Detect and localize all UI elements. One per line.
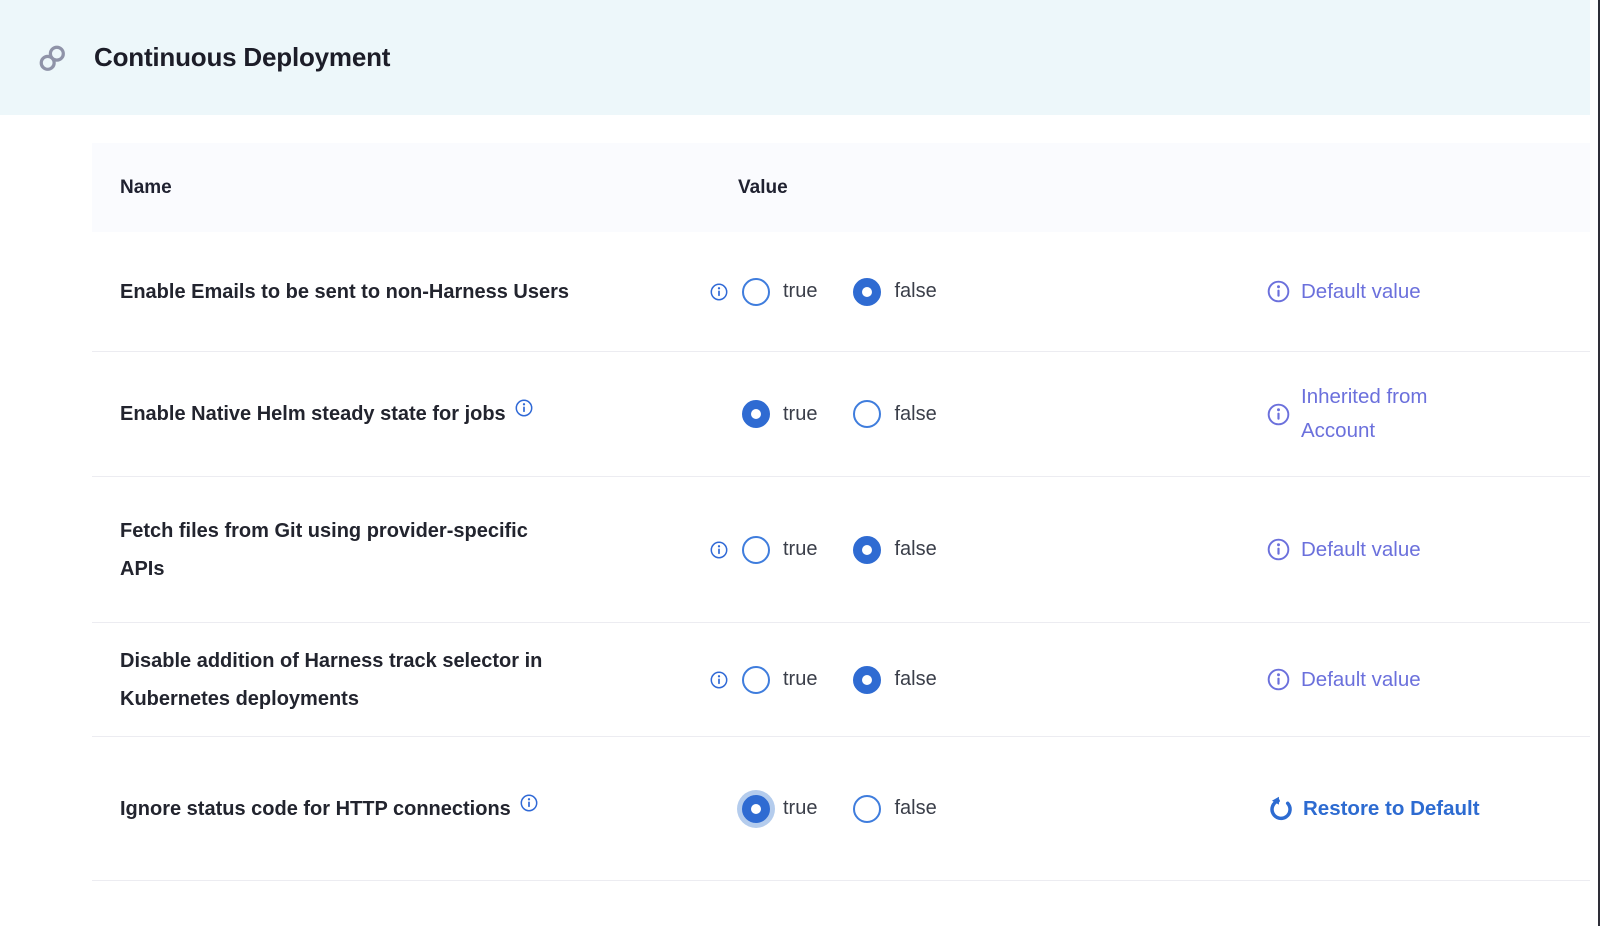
setting-name: Enable Emails to be sent to non-Harness … — [120, 281, 569, 303]
section-header: Continuous Deployment — [0, 0, 1590, 115]
setting-status-cell: Default value — [1267, 275, 1590, 309]
status-info: Inherited from Account — [1267, 380, 1427, 448]
info-icon[interactable] — [710, 541, 728, 559]
settings-page: Continuous Deployment Name Value Enable … — [0, 0, 1604, 926]
info-icon[interactable] — [1267, 668, 1290, 691]
restore-to-default-button[interactable]: Restore to Default — [1267, 795, 1480, 822]
section-title: Continuous Deployment — [94, 42, 390, 73]
status-info: Default value — [1267, 275, 1421, 309]
setting-name: Ignore status code for HTTP connections — [120, 798, 511, 820]
column-header-name: Name — [92, 177, 738, 199]
radio-false[interactable] — [853, 536, 881, 564]
settings-row: Enable Emails to be sent to non-Harness … — [92, 232, 1590, 352]
radio-false-label: false — [894, 403, 936, 426]
status-info: Default value — [1267, 533, 1421, 567]
radio-true-label: true — [783, 538, 817, 561]
radio-true[interactable] — [742, 278, 770, 306]
settings-rows: Enable Emails to be sent to non-Harness … — [92, 232, 1590, 881]
radio-false[interactable] — [853, 795, 881, 823]
setting-status-cell: Restore to Default — [1267, 795, 1590, 822]
status-label: Default value — [1301, 275, 1421, 309]
info-icon[interactable] — [520, 794, 538, 812]
radio-false-label: false — [894, 797, 936, 820]
setting-status-cell: Default value — [1267, 663, 1590, 697]
setting-name: Fetch files from Git using provider-spec… — [120, 520, 528, 580]
column-header-value: Value — [738, 177, 1590, 199]
info-icon[interactable] — [1267, 538, 1290, 561]
status-label: Inherited from Account — [1301, 380, 1427, 448]
window-edge — [1598, 0, 1600, 926]
radio-true[interactable] — [742, 536, 770, 564]
radio-false[interactable] — [853, 666, 881, 694]
radio-true[interactable] — [742, 400, 770, 428]
radio-option-true[interactable]: true — [742, 795, 817, 823]
settings-row: Ignore status code for HTTP connections … — [92, 737, 1590, 881]
radio-true[interactable] — [742, 795, 770, 823]
radio-true-label: true — [783, 280, 817, 303]
setting-name-cell: Enable Emails to be sent to non-Harness … — [92, 273, 710, 311]
radio-option-true[interactable]: true — [742, 536, 817, 564]
radio-option-false[interactable]: false — [853, 400, 936, 428]
info-icon[interactable] — [1267, 280, 1290, 303]
setting-value-cell: true false — [710, 536, 1267, 564]
radio-option-false[interactable]: false — [853, 666, 936, 694]
radio-false-label: false — [894, 538, 936, 561]
radio-option-true[interactable]: true — [742, 666, 817, 694]
info-icon[interactable] — [710, 671, 728, 689]
restore-label: Restore to Default — [1303, 797, 1480, 821]
setting-value-cell: true false — [710, 278, 1267, 306]
radio-true-label: true — [783, 797, 817, 820]
setting-value-cell: true false — [710, 400, 1267, 428]
radio-true-label: true — [783, 668, 817, 691]
status-info: Default value — [1267, 663, 1421, 697]
radio-false[interactable] — [853, 278, 881, 306]
setting-value-cell: true false — [710, 795, 1267, 823]
setting-name: Disable addition of Harness track select… — [120, 650, 542, 710]
radio-option-false[interactable]: false — [853, 278, 936, 306]
radio-true-label: true — [783, 403, 817, 426]
radio-true[interactable] — [742, 666, 770, 694]
radio-false-label: false — [894, 668, 936, 691]
info-icon[interactable] — [1267, 403, 1290, 426]
setting-status-cell: Default value — [1267, 533, 1590, 567]
radio-option-true[interactable]: true — [742, 400, 817, 428]
radio-false-label: false — [894, 280, 936, 303]
status-label: Default value — [1301, 663, 1421, 697]
radio-option-false[interactable]: false — [853, 536, 936, 564]
setting-value-cell: true false — [710, 666, 1267, 694]
info-icon[interactable] — [710, 283, 728, 301]
table-header-row: Name Value — [92, 143, 1590, 232]
settings-row: Enable Native Helm steady state for jobs… — [92, 352, 1590, 477]
radio-option-true[interactable]: true — [742, 278, 817, 306]
restore-icon — [1267, 795, 1294, 822]
setting-name-cell: Fetch files from Git using provider-spec… — [92, 512, 710, 588]
setting-name-cell: Ignore status code for HTTP connections — [92, 790, 710, 828]
radio-false[interactable] — [853, 400, 881, 428]
setting-name-cell: Disable addition of Harness track select… — [92, 642, 710, 718]
info-icon[interactable] — [515, 399, 533, 417]
setting-name: Enable Native Helm steady state for jobs — [120, 403, 506, 425]
settings-row: Disable addition of Harness track select… — [92, 623, 1590, 737]
radio-option-false[interactable]: false — [853, 795, 936, 823]
status-label: Default value — [1301, 533, 1421, 567]
setting-name-cell: Enable Native Helm steady state for jobs — [92, 395, 710, 433]
settings-row: Fetch files from Git using provider-spec… — [92, 477, 1590, 623]
settings-table: Name Value Enable Emails to be sent to n… — [92, 143, 1590, 881]
link-icon[interactable] — [38, 44, 66, 72]
setting-status-cell: Inherited from Account — [1267, 380, 1590, 448]
